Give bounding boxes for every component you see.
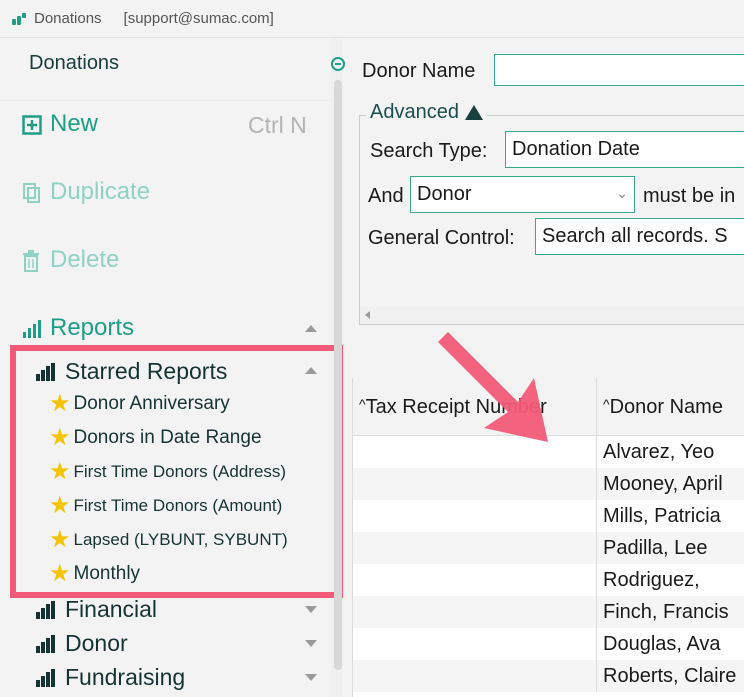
table-row[interactable]: Padilla, Lee: [353, 532, 744, 564]
new-button[interactable]: New: [22, 110, 98, 138]
group-label: Financial: [65, 596, 158, 622]
table-row[interactable]: Rodriguez,: [353, 564, 744, 596]
duplicate-label: Duplicate: [50, 178, 151, 205]
account-email: [support@sumac.com]: [123, 10, 274, 27]
window-title: Donations: [34, 10, 102, 27]
table-row[interactable]: Mooney, April: [353, 468, 744, 500]
collapse-panel-icon[interactable]: [331, 57, 345, 71]
plus-box-icon: [22, 114, 42, 135]
duplicate-icon: [22, 182, 42, 203]
scroll-left-icon[interactable]: [365, 311, 370, 319]
delete-button[interactable]: Delete: [22, 246, 119, 274]
new-shortcut: Ctrl N: [248, 112, 307, 138]
sort-icon: ^: [603, 396, 610, 412]
general-control-label: General Control:: [368, 227, 515, 249]
column-header-donor-name[interactable]: ^Donor Name: [603, 396, 723, 419]
and-label: And: [368, 185, 404, 207]
duplicate-button[interactable]: Duplicate: [22, 178, 150, 206]
trash-icon: [22, 250, 42, 272]
search-type-field[interactable]: Donation Date: [505, 131, 744, 168]
sumac-logo-icon: [12, 12, 26, 25]
column-divider[interactable]: [596, 378, 597, 436]
donor-cell: Alvarez, Yeo: [596, 436, 744, 468]
donor-name-label: Donor Name: [362, 60, 476, 82]
search-type-value: Donation Date: [512, 138, 640, 160]
fundraising-reports-group[interactable]: Fundraising: [36, 664, 185, 691]
donor-name-input[interactable]: [494, 54, 744, 86]
bar-chart-icon: [22, 318, 42, 338]
column-label: Donor Name: [609, 396, 723, 418]
donor-cell: Padilla, Lee: [596, 532, 744, 564]
and-field-dropdown[interactable]: Donor ⌄: [410, 176, 635, 213]
expand-fundraising-icon[interactable]: [305, 674, 317, 681]
group-label: Donor: [65, 630, 128, 656]
search-type-label: Search Type:: [370, 140, 488, 162]
delete-label: Delete: [50, 246, 120, 273]
general-control-value: Search all records. S: [542, 225, 728, 247]
general-control-field[interactable]: Search all records. S: [535, 218, 744, 255]
donor-cell: Mooney, April: [596, 468, 744, 500]
annotation-arrow: [420, 332, 548, 442]
advanced-toggle[interactable]: Advanced: [366, 101, 487, 124]
sort-icon: ^: [359, 396, 366, 412]
collapse-reports-icon[interactable]: [305, 325, 317, 332]
reports-label: Reports: [50, 314, 135, 341]
donor-cell: Rodriguez,: [596, 564, 744, 596]
group-label: Fundraising: [65, 664, 186, 690]
title-bar: Donations [support@sumac.com]: [0, 0, 744, 38]
sidebar-title: Donations: [29, 52, 120, 74]
starred-reports-highlight: [10, 345, 346, 598]
and-field-value: Donor: [417, 183, 472, 205]
donor-cell: Finch, Francis: [596, 596, 744, 628]
expand-financial-icon[interactable]: [305, 606, 317, 613]
donor-reports-group[interactable]: Donor: [36, 630, 128, 657]
report-group-icon: [36, 634, 56, 653]
advanced-label: Advanced: [370, 101, 459, 123]
must-be-label: must be in: [643, 185, 736, 207]
new-label: New: [50, 110, 99, 137]
expand-donor-icon[interactable]: [305, 640, 317, 647]
sidebar-scrollbar[interactable]: [334, 80, 342, 670]
financial-reports-group[interactable]: Financial: [36, 596, 157, 623]
collapse-triangle-icon: [464, 105, 483, 120]
donor-cell: Mills, Patricia: [596, 500, 744, 532]
chevron-down-icon: ⌄: [616, 185, 628, 201]
divider: [0, 100, 331, 101]
donor-cell: Roberts, Claire: [596, 660, 744, 692]
table-row[interactable]: Finch, Francis: [353, 596, 744, 628]
report-group-icon: [36, 668, 56, 687]
report-group-icon: [36, 600, 56, 619]
table-row[interactable]: Douglas, Ava: [353, 628, 744, 660]
reports-section-header[interactable]: Reports: [22, 314, 134, 342]
donor-cell: Douglas, Ava: [596, 628, 744, 660]
table-row[interactable]: Mills, Patricia: [353, 500, 744, 532]
table-row[interactable]: Roberts, Claire: [353, 660, 744, 692]
